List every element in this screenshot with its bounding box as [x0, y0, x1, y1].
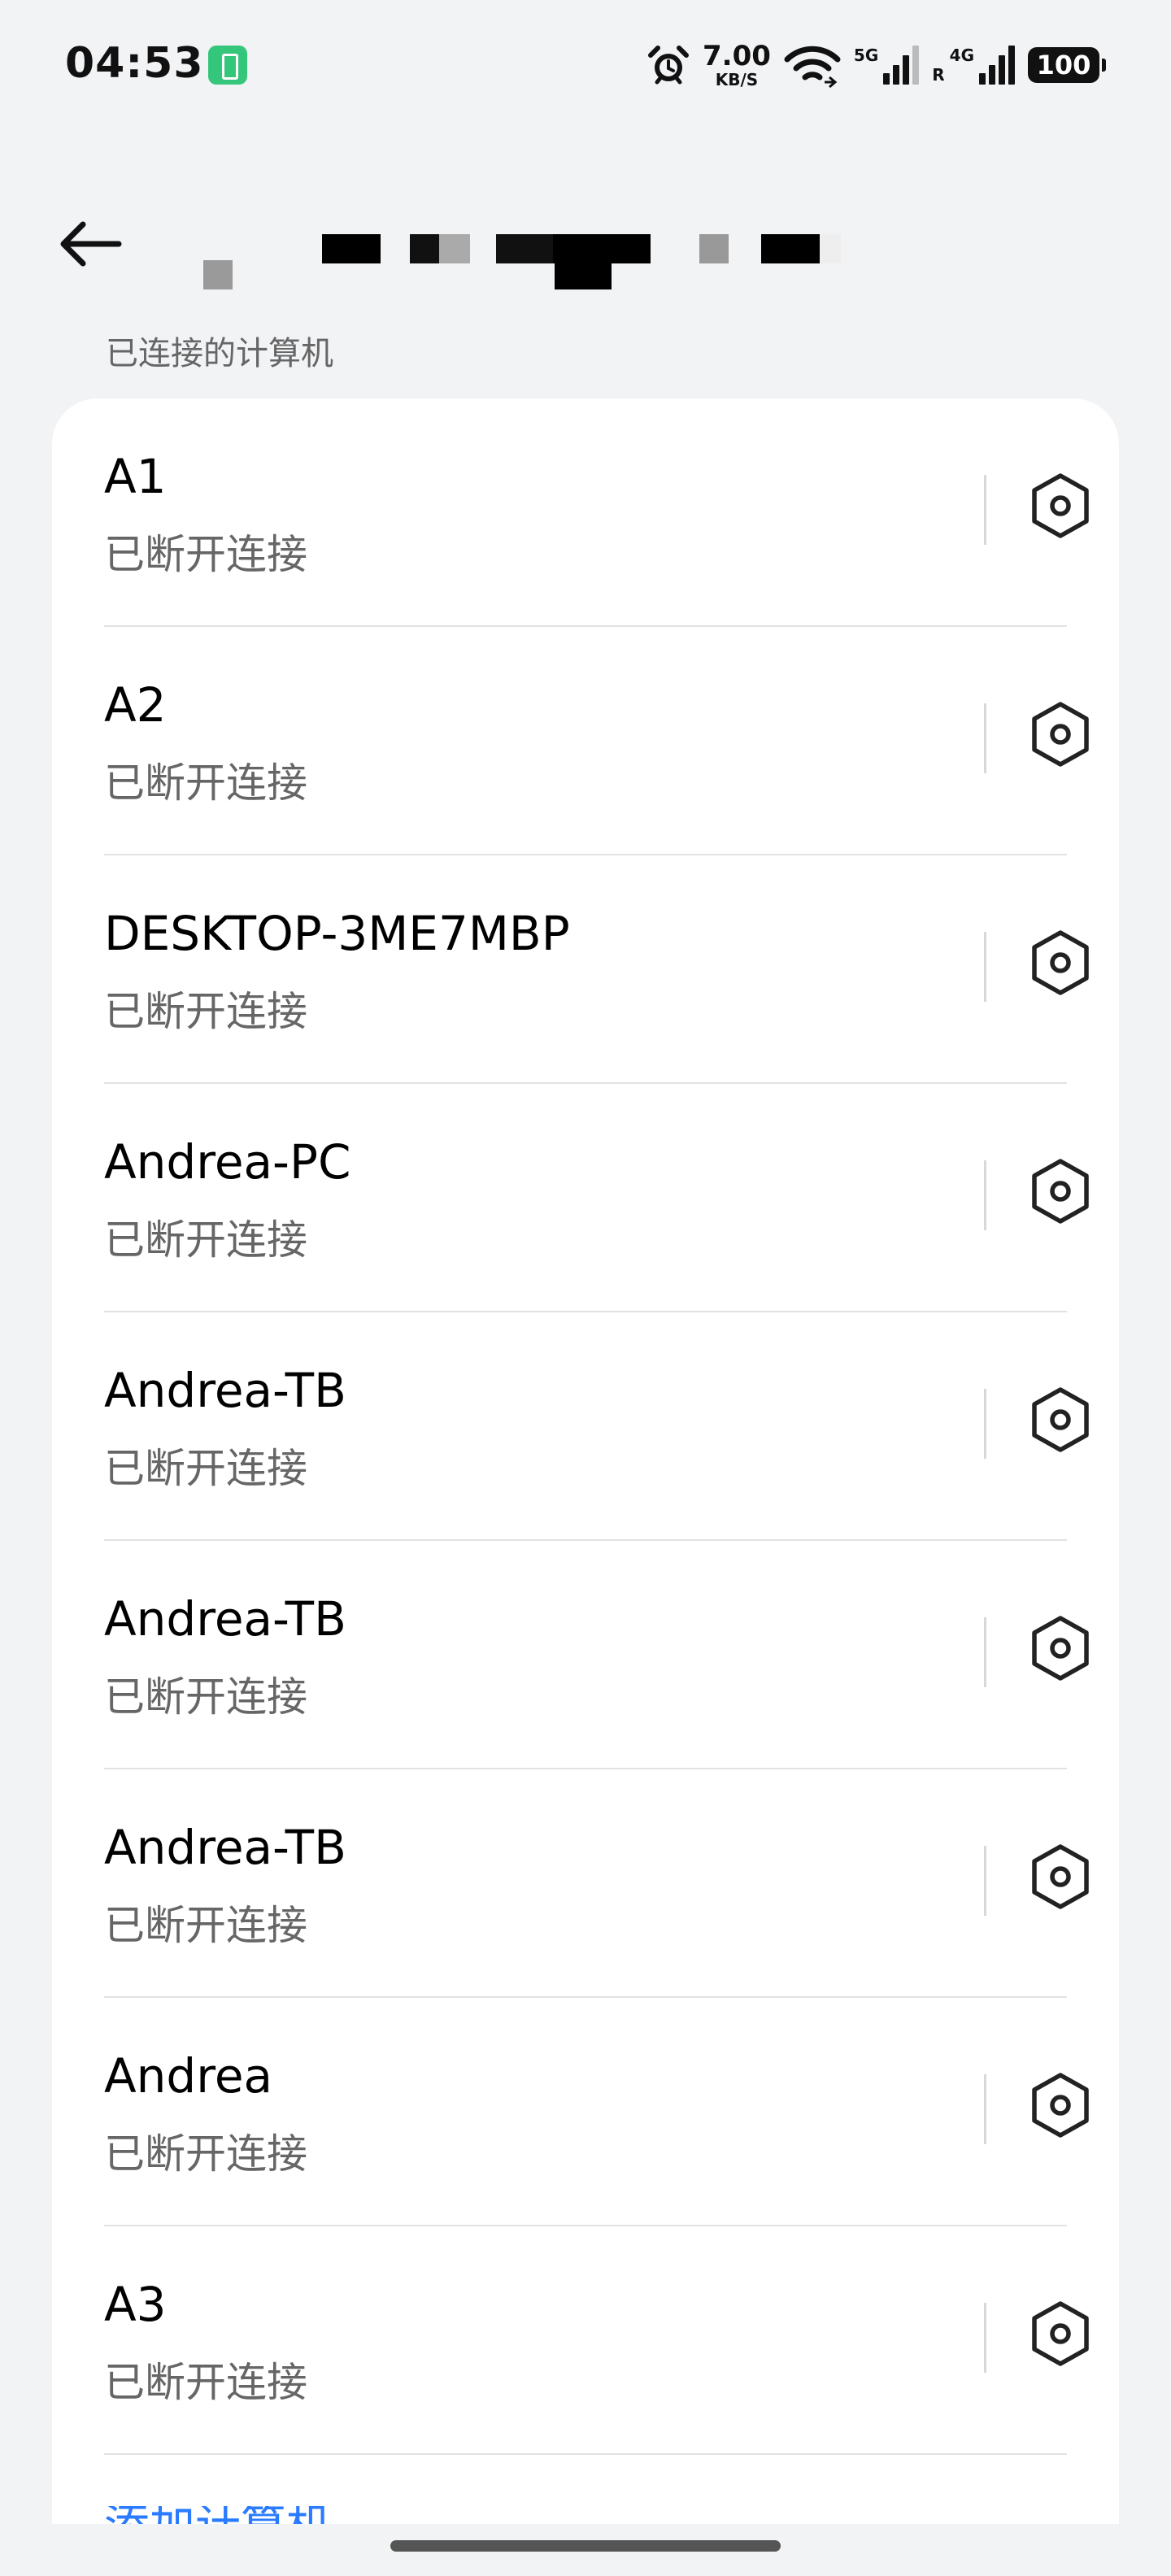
computer-status: 已断开连接 [104, 1445, 307, 1492]
list-item[interactable]: Andrea-TB 已断开连接 [104, 1769, 1089, 1998]
page: 04:53 7.00 KB/S 5G R 4G 100 已连接的计算机 A1 已… [0, 0, 1171, 2576]
settings-button[interactable] [1018, 1834, 1103, 1919]
net-speed: 7.00 KB/S [703, 42, 771, 88]
divider [984, 2303, 986, 2373]
computer-name: A2 [104, 677, 167, 733]
signal-icon-2 [979, 46, 1015, 85]
list-item[interactable]: Andrea-TB 已断开连接 [104, 1541, 1089, 1769]
computer-status: 已断开连接 [104, 1673, 307, 1721]
computer-name: Andrea-TB [104, 1363, 346, 1418]
computer-name: A1 [104, 449, 167, 504]
computer-name: Andrea [104, 2048, 273, 2104]
settings-button[interactable] [1018, 463, 1103, 548]
computer-list-card: A1 已断开连接 A2 已断开连接 DESKTOP-3ME7MBP 已断开连接 … [52, 398, 1119, 2576]
divider [104, 2453, 1067, 2455]
computer-name: Andrea-TB [104, 1820, 346, 1875]
settings-hex-icon [1032, 473, 1089, 538]
computer-name: Andrea-TB [104, 1591, 346, 1647]
list-item[interactable]: A3 已断开连接 [104, 2226, 1089, 2455]
settings-button[interactable] [1018, 2063, 1103, 2147]
computer-status: 已断开连接 [104, 2359, 307, 2406]
settings-hex-icon [1032, 1616, 1089, 1681]
divider [984, 1160, 986, 1230]
settings-hex-icon [1032, 1844, 1089, 1909]
computer-status: 已断开连接 [104, 2130, 307, 2178]
list-item[interactable]: Andrea 已断开连接 [104, 1998, 1089, 2226]
wifi-indicator [784, 41, 841, 89]
settings-hex-icon [1032, 1387, 1089, 1452]
settings-button[interactable] [1018, 920, 1103, 1005]
settings-hex-icon [1032, 702, 1089, 767]
settings-hex-icon [1032, 930, 1089, 995]
net-speed-unit: KB/S [715, 70, 759, 89]
computer-status: 已断开连接 [104, 988, 307, 1035]
sim1-network-label: 5G [853, 46, 879, 65]
status-bar: 04:53 7.00 KB/S 5G R 4G 100 [0, 0, 1171, 130]
section-label-connected-computers: 已连接的计算机 [106, 335, 333, 372]
divider [984, 2074, 986, 2144]
status-icons: 7.00 KB/S 5G R 4G 100 [647, 39, 1106, 91]
divider [984, 1389, 986, 1459]
alarm-icon [648, 46, 690, 85]
settings-button[interactable] [1018, 2291, 1103, 2376]
settings-hex-icon [1032, 1159, 1089, 1224]
computer-status: 已断开连接 [104, 1902, 307, 1949]
divider [984, 1846, 986, 1916]
back-button[interactable] [52, 205, 130, 283]
add-computer-label: 添加计算机 [104, 2506, 348, 2524]
computer-name: DESKTOP-3ME7MBP [104, 906, 570, 961]
divider [984, 703, 986, 773]
settings-hex-icon [1032, 2301, 1089, 2366]
settings-button[interactable] [1018, 692, 1103, 777]
computer-name: A3 [104, 2277, 167, 2332]
sim2-roaming-label: R [932, 65, 945, 85]
signal-icon [883, 46, 920, 85]
computer-status: 已断开连接 [104, 531, 307, 578]
battery-saver-icon [208, 46, 247, 85]
arrow-left-icon [60, 221, 122, 267]
divider [984, 475, 986, 545]
list-item[interactable]: Andrea-TB 已断开连接 [104, 1312, 1089, 1541]
page-title-redacted [195, 228, 862, 293]
list-item[interactable]: A2 已断开连接 [104, 627, 1089, 855]
settings-button[interactable] [1018, 1606, 1103, 1690]
wifi-icon [784, 46, 841, 89]
sim2-network-label: 4G [949, 46, 974, 65]
battery-icon: 100 [1028, 47, 1106, 83]
list-item[interactable]: A1 已断开连接 [104, 398, 1089, 627]
divider [984, 1617, 986, 1687]
settings-hex-icon [1032, 2073, 1089, 2138]
list-item[interactable]: Andrea-PC 已断开连接 [104, 1084, 1089, 1312]
computer-name: Andrea-PC [104, 1134, 351, 1190]
sim1-signal: 5G [853, 46, 920, 85]
divider [984, 932, 986, 1002]
settings-button[interactable] [1018, 1149, 1103, 1234]
computer-status: 已断开连接 [104, 1216, 307, 1264]
computer-status: 已断开连接 [104, 759, 307, 807]
home-indicator[interactable] [390, 2540, 781, 2552]
sim2-signal: R 4G [932, 46, 1015, 85]
settings-button[interactable] [1018, 1377, 1103, 1462]
list-item[interactable]: DESKTOP-3ME7MBP 已断开连接 [104, 855, 1089, 1084]
status-time: 04:53 [65, 39, 204, 88]
net-speed-value: 7.00 [703, 40, 771, 72]
add-computer-link[interactable]: 添加计算机 [104, 2506, 348, 2524]
